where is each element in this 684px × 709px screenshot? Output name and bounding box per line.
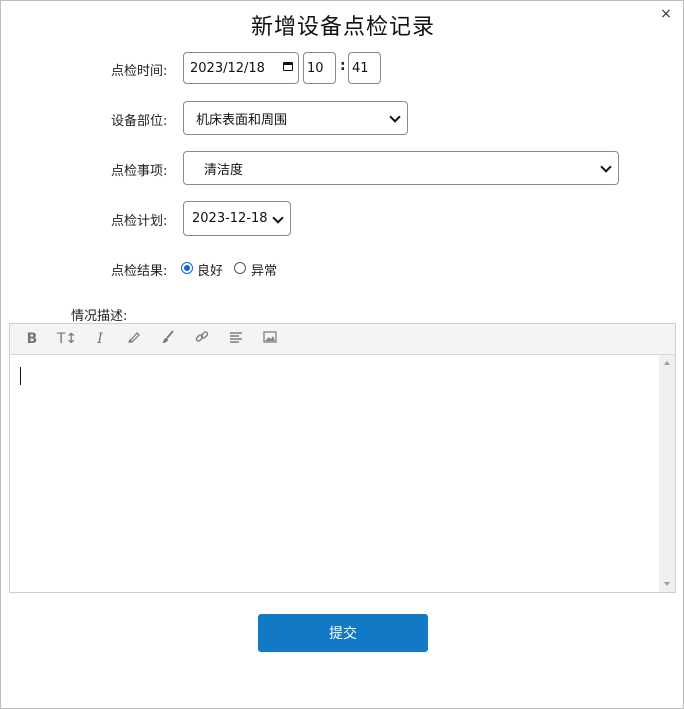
chevron-down-icon	[272, 211, 284, 224]
time-separator: :	[340, 58, 346, 74]
image-icon[interactable]	[260, 330, 280, 348]
plan-selected: 2023-12-18	[192, 211, 268, 226]
editor-scrollbar[interactable]	[659, 355, 675, 592]
hour-input[interactable]: 10	[303, 52, 336, 84]
description-editor[interactable]	[10, 355, 659, 592]
result-good-radio[interactable]	[181, 262, 193, 274]
brush-icon[interactable]	[158, 330, 178, 348]
result-label: 点检结果:	[111, 264, 168, 279]
submit-button[interactable]: 提交	[258, 614, 428, 652]
align-icon[interactable]	[226, 330, 246, 348]
part-select[interactable]: 机床表面和周围	[183, 101, 408, 135]
rich-text-editor: B T↕ I	[9, 323, 676, 593]
date-value: 2023/12/18	[190, 60, 265, 76]
chevron-down-icon	[389, 111, 401, 123]
plan-label: 点检计划:	[111, 214, 168, 229]
text-caret	[20, 367, 21, 385]
plan-select[interactable]: 2023-12-18	[183, 201, 291, 236]
link-icon[interactable]	[192, 330, 212, 348]
item-label: 点检事项:	[111, 164, 168, 179]
description-label: 情况描述:	[71, 309, 128, 324]
scroll-up-icon[interactable]	[664, 361, 670, 365]
font-size-icon[interactable]: T↕	[54, 330, 80, 348]
scroll-down-icon[interactable]	[664, 582, 670, 586]
chevron-down-icon	[600, 161, 612, 173]
result-abnormal-radio[interactable]	[234, 262, 246, 274]
highlighter-icon[interactable]	[124, 330, 144, 348]
part-selected: 机床表面和周围	[196, 112, 288, 128]
time-label: 点检时间:	[111, 64, 168, 79]
add-inspection-dialog: 新增设备点检记录 × 点检时间: 2023/12/18 10 : 41 设备部位…	[0, 0, 684, 709]
date-input[interactable]: 2023/12/18	[183, 52, 299, 84]
item-select[interactable]: 清洁度	[183, 151, 619, 185]
item-selected: 清洁度	[204, 162, 244, 178]
close-icon[interactable]: ×	[657, 5, 675, 23]
minute-input[interactable]: 41	[348, 52, 381, 84]
calendar-icon[interactable]	[283, 62, 293, 71]
editor-toolbar: B T↕ I	[10, 324, 675, 355]
hour-value: 10	[307, 60, 324, 76]
bold-icon[interactable]: B	[22, 330, 42, 348]
minute-value: 41	[352, 60, 369, 76]
dialog-title: 新增设备点检记录	[250, 15, 435, 40]
result-good-label[interactable]: 良好	[197, 260, 223, 279]
italic-icon[interactable]: I	[90, 330, 110, 348]
part-label: 设备部位:	[111, 114, 168, 129]
result-abnormal-label[interactable]: 异常	[251, 260, 277, 279]
